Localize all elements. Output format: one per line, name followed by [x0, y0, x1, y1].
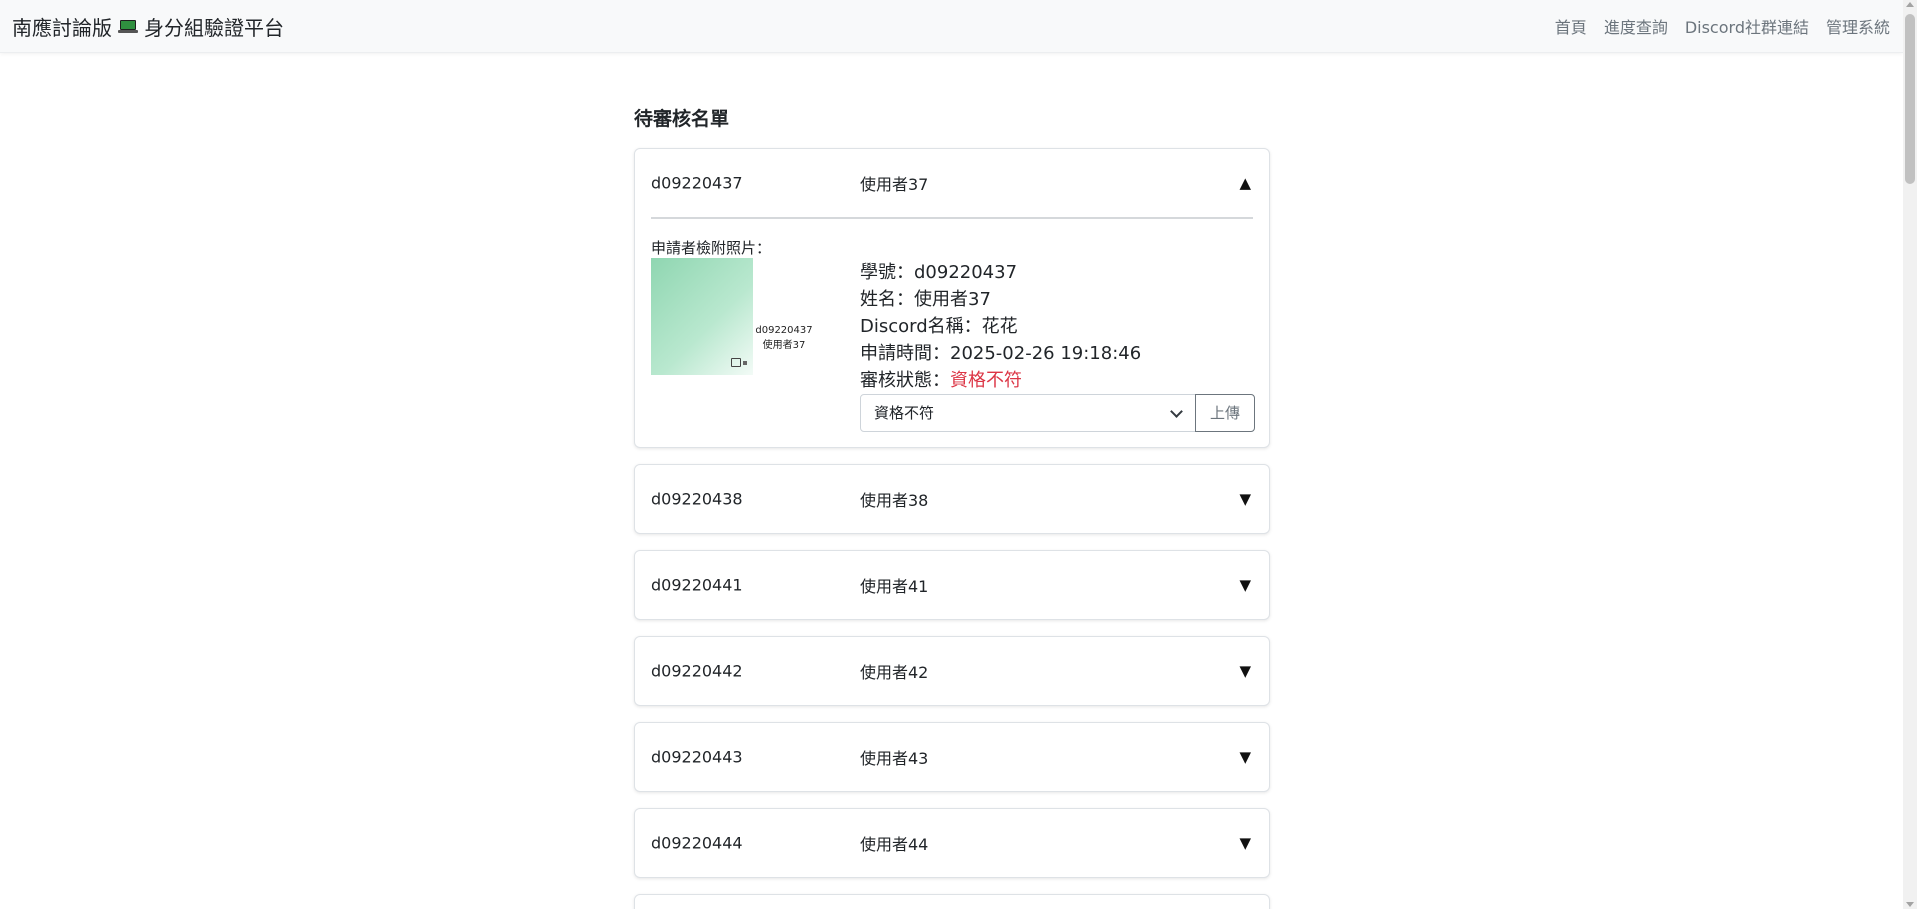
nav-links: 首頁 進度查詢 Discord社群連結 管理系統 — [1555, 14, 1890, 38]
applicant-id: d09220444 — [651, 833, 743, 853]
photo-caption: d09220437 使用者37 — [755, 323, 813, 353]
card-header[interactable]: d09220441 使用者41 ▼ — [635, 551, 1269, 619]
status-value: 資格不符 — [950, 370, 1022, 391]
applicant-card: d09220444 使用者44 ▼ — [634, 808, 1270, 878]
card-header[interactable]: d09220444 使用者44 ▼ — [635, 809, 1269, 877]
photo-white-panel — [753, 258, 815, 375]
upload-button[interactable]: 上傳 — [1195, 394, 1255, 432]
expand-arrow-icon[interactable]: ▼ — [1239, 834, 1251, 852]
applicant-name: 使用者43 — [860, 749, 929, 768]
nav-link-discord[interactable]: Discord社群連結 — [1685, 14, 1809, 38]
applicant-card: d09220442 使用者42 ▼ — [634, 636, 1270, 706]
brand-link[interactable]: 南應討論版 身分組驗證平台 — [12, 12, 284, 41]
brand-prefix: 南應討論版 — [12, 15, 112, 40]
photo-caption-name: 使用者37 — [762, 340, 806, 351]
scroll-thumb[interactable] — [1905, 14, 1915, 184]
expand-arrow-icon[interactable]: ▼ — [1239, 748, 1251, 766]
info-student-id: 學號：d09220437 — [860, 262, 1018, 283]
applicant-card: d09220438 使用者38 ▼ — [634, 464, 1270, 534]
applicant-card-partial — [634, 894, 1270, 909]
photo-caption-id: d09220437 — [755, 325, 813, 336]
collapse-arrow-icon[interactable]: ▲ — [1239, 174, 1251, 192]
qr-mark-icon — [731, 358, 741, 367]
applicant-name: 使用者44 — [860, 835, 929, 854]
applicant-id: d09220438 — [651, 489, 743, 509]
card-header[interactable]: d09220443 使用者43 ▼ — [635, 723, 1269, 791]
info-time: 申請時間：2025-02-26 19:18:46 — [860, 343, 1142, 364]
scroll-down-arrow-icon[interactable] — [1906, 902, 1914, 907]
applicant-name: 使用者41 — [860, 577, 929, 596]
applicant-card: d09220441 使用者41 ▼ — [634, 550, 1270, 620]
expand-arrow-icon[interactable]: ▼ — [1239, 576, 1251, 594]
applicant-name: 使用者37 — [860, 175, 929, 194]
applicant-id: d09220441 — [651, 575, 743, 595]
scroll-up-arrow-icon[interactable] — [1906, 2, 1914, 7]
card-header[interactable]: d09220438 使用者38 ▼ — [635, 465, 1269, 533]
nav-link-home[interactable]: 首頁 — [1555, 14, 1587, 38]
applicant-card: d09220443 使用者43 ▼ — [634, 722, 1270, 792]
page-scrollbar[interactable] — [1903, 0, 1917, 909]
applicant-name: 使用者38 — [860, 491, 929, 510]
applicant-id: d09220437 — [651, 173, 743, 193]
laptop-icon — [118, 19, 138, 33]
expand-arrow-icon[interactable]: ▼ — [1239, 662, 1251, 680]
brand-suffix: 身分組驗證平台 — [144, 15, 284, 40]
status-label: 審核狀態： — [860, 370, 950, 391]
applicant-card-expanded: d09220437 使用者37 ▲ 申請者檢附照片： d09220437 使用者… — [634, 148, 1270, 448]
photo-label: 申請者檢附照片： — [651, 239, 772, 257]
navbar: 南應討論版 身分組驗證平台 首頁 進度查詢 Discord社群連結 管理系統 — [0, 0, 1903, 53]
page-title: 待審核名單 — [634, 108, 730, 130]
nav-link-admin[interactable]: 管理系統 — [1826, 14, 1890, 38]
card-header[interactable]: d09220437 使用者37 ▲ — [635, 149, 1269, 217]
applicant-id: d09220442 — [651, 661, 743, 681]
applicant-name: 使用者42 — [860, 663, 929, 682]
nav-link-progress[interactable]: 進度查詢 — [1604, 14, 1668, 38]
expand-arrow-icon[interactable]: ▼ — [1239, 490, 1251, 508]
applicant-photo[interactable]: d09220437 使用者37 — [651, 258, 815, 375]
qr-dot-icon — [743, 361, 747, 365]
divider — [651, 217, 1253, 219]
info-status: 審核狀態：資格不符 — [860, 367, 1141, 394]
applicant-id: d09220443 — [651, 747, 743, 767]
status-select[interactable]: 資格不符 — [860, 394, 1196, 432]
status-select-value: 資格不符 — [874, 404, 935, 422]
info-discord: Discord名稱：花花 — [860, 316, 1018, 337]
chevron-down-icon — [1170, 405, 1183, 418]
card-header[interactable]: d09220442 使用者42 ▼ — [635, 637, 1269, 705]
applicant-info: 學號：d09220437 姓名：使用者37 Discord名稱：花花 申請時間：… — [860, 259, 1141, 394]
info-name: 姓名：使用者37 — [860, 289, 991, 310]
